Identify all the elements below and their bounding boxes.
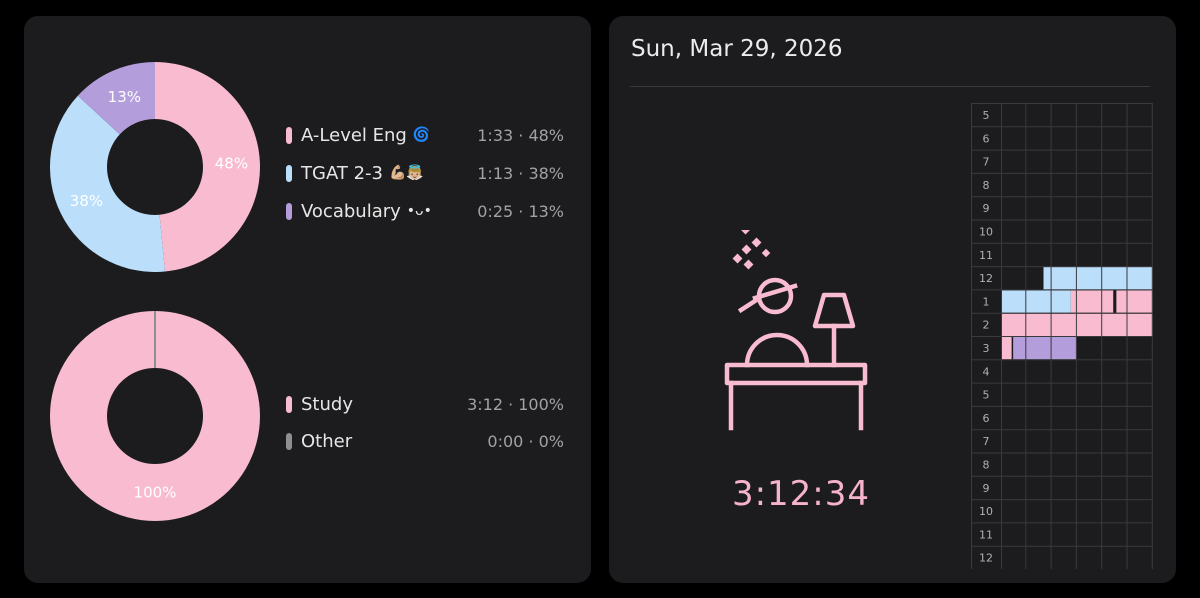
- legend-label: A-Level Eng: [301, 124, 407, 146]
- legend-stat: 1:33 · 48%: [477, 125, 564, 145]
- hour-label: 12: [979, 272, 993, 285]
- legend-item-vocabulary[interactable]: Vocabulary •ᴗ• 0:25 · 13%: [286, 192, 564, 230]
- legend-stat: 3:12 · 100%: [467, 395, 564, 414]
- hour-label: 7: [983, 435, 990, 448]
- timeline-block[interactable]: [1113, 290, 1117, 313]
- session-timer: 3:12:34: [731, 474, 871, 514]
- legend-label: TGAT 2-3: [301, 162, 383, 184]
- hour-label: 5: [983, 389, 990, 402]
- hourly-timeline[interactable]: 56789101112123456789101112: [971, 103, 1153, 569]
- hour-label: 2: [983, 319, 990, 332]
- hour-label: 3: [983, 342, 990, 355]
- legend-swatch: [286, 202, 292, 220]
- hour-label: 5: [983, 109, 990, 122]
- legend-swatch: [286, 126, 292, 144]
- hour-label: 10: [979, 505, 993, 518]
- subject-slice-label-0: 48%: [215, 154, 248, 172]
- category-slice-label-0: 100%: [134, 484, 177, 502]
- subject-legend: A-Level Eng 🌀 1:33 · 48% TGAT 2-3 💪🏼👼🏼 1…: [286, 116, 564, 230]
- hour-label: 1: [983, 295, 990, 308]
- swirl-emoji-icon: 🌀: [412, 127, 431, 143]
- category-donut-chart[interactable]: 100%: [50, 311, 260, 521]
- hour-label: 9: [983, 482, 990, 495]
- hour-label: 6: [983, 412, 990, 425]
- category-legend: Study 3:12 · 100% Other 0:00 · 0%: [286, 386, 564, 460]
- legend-stat: 0:25 · 13%: [477, 201, 564, 221]
- hour-label: 11: [979, 249, 993, 262]
- hour-label: 9: [983, 202, 990, 215]
- person-studying-at-desk-icon: [724, 230, 868, 431]
- timeline-block[interactable]: [1001, 313, 1153, 336]
- legend-swatch: [286, 396, 292, 413]
- legend-label: Vocabulary: [301, 200, 401, 222]
- legend-swatch: [286, 164, 292, 182]
- subject-slice-label-2: 13%: [108, 88, 141, 106]
- kaomoji-face-icon: •ᴗ•: [406, 203, 432, 219]
- legend-item-tgat[interactable]: TGAT 2-3 💪🏼👼🏼 1:13 · 38%: [286, 154, 564, 192]
- session-detail-card: Sun, Mar 29, 2026 3:12:34 5 6 7 8 9 10 1…: [609, 16, 1176, 583]
- timeline-block[interactable]: [1043, 267, 1153, 290]
- legend-item-a-level-eng[interactable]: A-Level Eng 🌀 1:33 · 48%: [286, 116, 564, 154]
- timeline-block[interactable]: [1070, 290, 1114, 313]
- hour-label: 4: [983, 365, 990, 378]
- legend-stat: 1:13 · 38%: [477, 163, 564, 183]
- legend-stat: 0:00 · 0%: [487, 432, 564, 451]
- hour-label: 8: [983, 179, 990, 192]
- statistics-card: 48% 38% 13% A-Level Eng 🌀 1:33 · 48% TGAT …: [24, 16, 591, 583]
- flexed-arm-angel-emoji-icon: 💪🏼👼🏼: [388, 165, 424, 181]
- hour-label: 11: [979, 528, 993, 541]
- subject-donut-chart[interactable]: 48% 38% 13%: [50, 62, 260, 272]
- hour-label: 7: [983, 156, 990, 169]
- legend-swatch: [286, 433, 292, 450]
- legend-label: Study: [301, 394, 353, 415]
- legend-item-study[interactable]: Study 3:12 · 100%: [286, 386, 564, 423]
- hour-label: 10: [979, 226, 993, 239]
- timeline-block[interactable]: [1013, 337, 1077, 360]
- legend-item-other[interactable]: Other 0:00 · 0%: [286, 423, 564, 460]
- divider: [630, 86, 1150, 87]
- hour-label: 6: [983, 132, 990, 145]
- timeline-block[interactable]: [1001, 337, 1012, 360]
- hour-label: 12: [979, 552, 993, 565]
- hour-label: 8: [983, 459, 990, 472]
- subject-slice-label-1: 38%: [70, 192, 103, 210]
- date-title: Sun, Mar 29, 2026: [631, 36, 843, 62]
- legend-label: Other: [301, 431, 353, 452]
- timeline-block[interactable]: [1116, 290, 1153, 313]
- timeline-block[interactable]: [1001, 290, 1071, 313]
